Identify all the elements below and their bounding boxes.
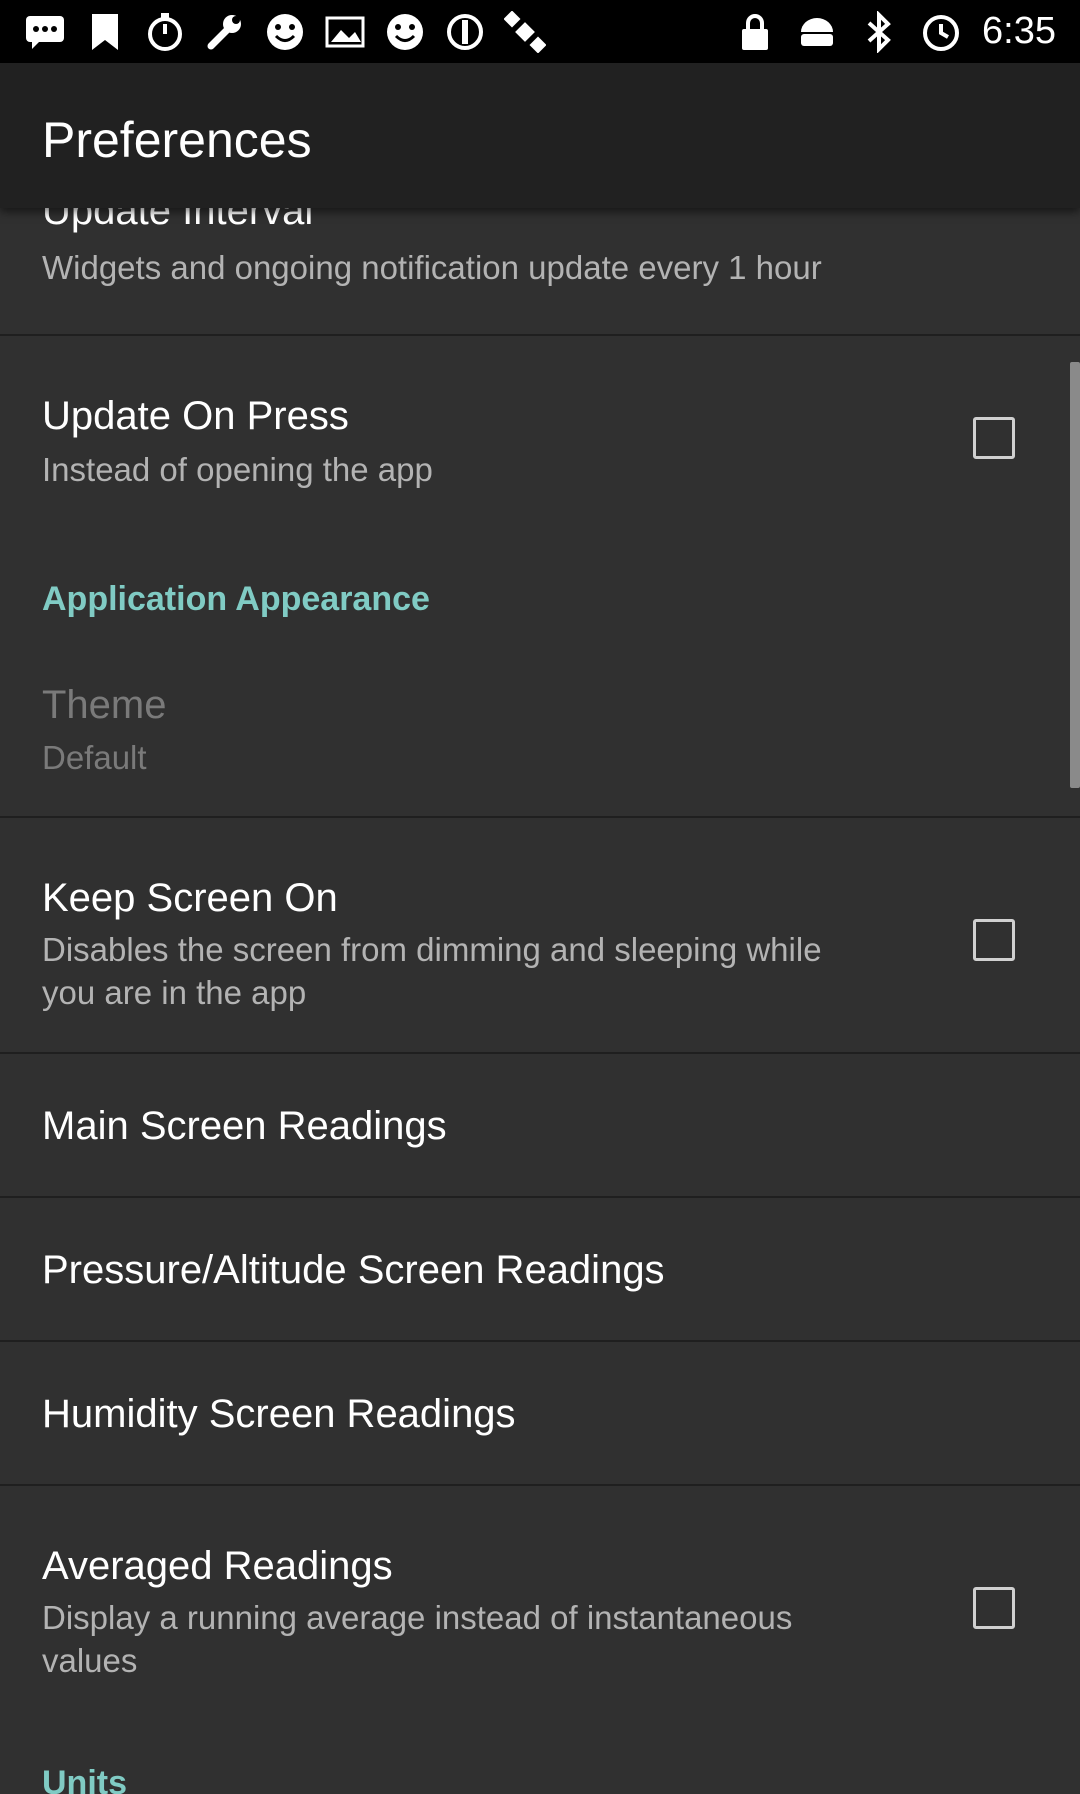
category-application-appearance: Application Appearance	[42, 580, 430, 618]
satellite-icon	[504, 10, 546, 53]
smiley-icon	[384, 11, 426, 53]
pref-title: Theme	[42, 683, 167, 727]
pref-title: Pressure/Altitude Screen Readings	[42, 1248, 665, 1292]
keep-screen-on-checkbox[interactable]	[973, 919, 1015, 961]
pref-summary: Default	[42, 739, 147, 776]
android-icon	[796, 11, 838, 53]
pref-title: Update On Press	[42, 394, 349, 438]
pref-summary: Widgets and ongoing notification update …	[42, 249, 822, 286]
pref-title: Main Screen Readings	[42, 1104, 447, 1148]
app-toolbar: Preferences	[0, 63, 1080, 208]
update-on-press-checkbox[interactable]	[973, 417, 1015, 459]
bluetooth-icon	[858, 10, 900, 53]
image-icon	[324, 11, 366, 53]
status-time: 6:35	[982, 10, 1056, 52]
pref-keep-screen-on[interactable]: Keep Screen On Disables the screen from …	[0, 818, 1080, 1052]
radio-icon	[444, 11, 486, 53]
pref-summary: Disables the screen from dimming and sle…	[42, 931, 822, 1011]
pref-title: Keep Screen On	[42, 876, 338, 920]
system-icons: 6:35	[734, 10, 1080, 53]
category-units: Units	[42, 1764, 127, 1794]
pref-title: Update Interval	[42, 208, 314, 233]
averaged-readings-checkbox[interactable]	[973, 1587, 1015, 1629]
pref-title: Averaged Readings	[42, 1544, 393, 1588]
pref-summary: Display a running average instead of ins…	[42, 1599, 793, 1679]
status-bar: 6:35	[0, 0, 1080, 63]
pref-pressure-altitude-readings[interactable]: Pressure/Altitude Screen Readings	[0, 1198, 1080, 1340]
pref-update-interval[interactable]: Update Interval Widgets and ongoing noti…	[0, 208, 1080, 334]
pref-main-screen-readings[interactable]: Main Screen Readings	[0, 1054, 1080, 1196]
smiley-icon	[264, 11, 306, 53]
bookmark-icon	[84, 11, 126, 53]
pref-theme[interactable]: Theme Default	[0, 648, 1080, 822]
pref-averaged-readings[interactable]: Averaged Readings Display a running aver…	[0, 1486, 1080, 1726]
alarm-icon	[920, 11, 962, 53]
scrollbar[interactable]	[1070, 362, 1080, 788]
stopwatch-icon	[144, 11, 186, 53]
preferences-list[interactable]: Update Interval Widgets and ongoing noti…	[0, 208, 1080, 1794]
page-title: Preferences	[42, 112, 312, 168]
pref-humidity-readings[interactable]: Humidity Screen Readings	[0, 1342, 1080, 1484]
messages-icon	[24, 11, 66, 53]
wrench-icon	[204, 11, 246, 53]
pref-title: Humidity Screen Readings	[42, 1392, 516, 1436]
lock-icon	[734, 11, 776, 53]
notification-icons	[0, 10, 546, 53]
pref-update-on-press[interactable]: Update On Press Instead of opening the a…	[0, 336, 1080, 516]
pref-summary: Instead of opening the app	[42, 451, 433, 488]
